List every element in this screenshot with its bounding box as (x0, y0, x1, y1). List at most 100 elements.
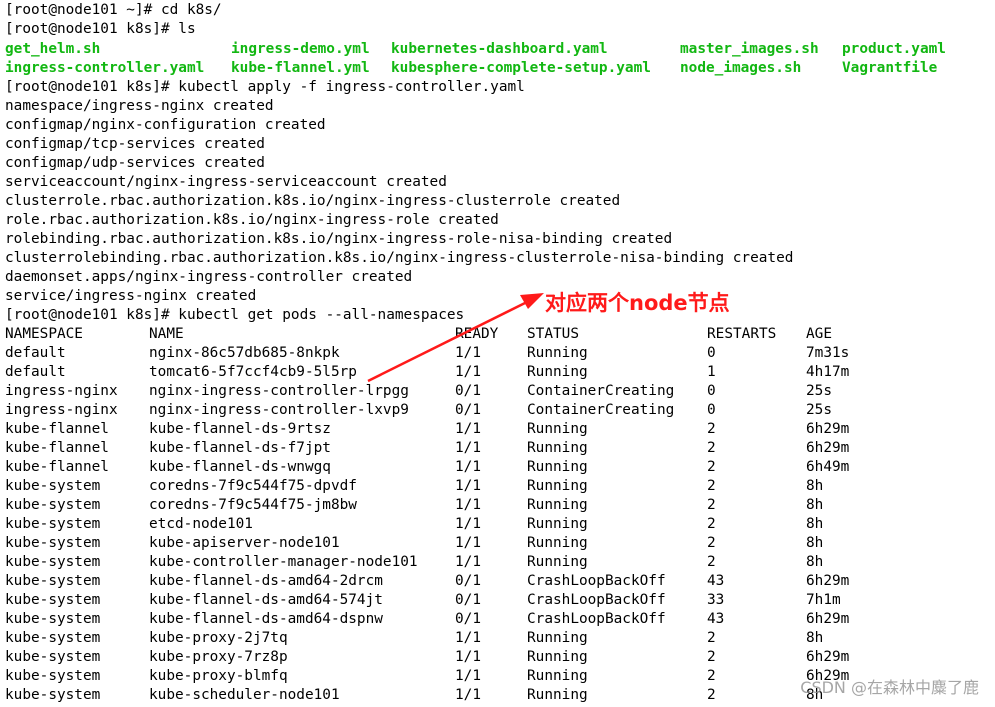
pod-name: kube-flannel-ds-wnwgq (149, 459, 331, 475)
output-line: service/ingress-nginx created (5, 288, 257, 304)
command-line-apply: [root@node101 k8s]# kubectl apply -f ing… (5, 79, 525, 95)
command-line-get-pods: [root@node101 k8s]# kubectl get pods --a… (5, 307, 465, 323)
pod-restarts: 43 (707, 573, 725, 589)
pod-namespace: default (5, 345, 66, 361)
pod-status: CrashLoopBackOff (527, 592, 666, 608)
file-node-images: node_images.sh (680, 60, 802, 76)
annotation-label: 对应两个node节点 (545, 291, 730, 315)
command-line-cd: [root@node101 ~]# cd k8s/ (5, 2, 222, 18)
output-line: clusterrolebinding.rbac.authorization.k8… (5, 250, 794, 266)
pod-status: Running (527, 478, 588, 494)
pod-restarts: 2 (707, 687, 716, 703)
header-ready: READY (455, 326, 499, 342)
pod-restarts: 2 (707, 478, 716, 494)
pod-namespace: kube-system (5, 630, 101, 646)
pods-table-header: NAMESPACE NAME READY STATUS RESTARTS AGE (5, 325, 995, 344)
pod-status: Running (527, 535, 588, 551)
pod-ready: 0/1 (455, 573, 481, 589)
file-master-images: master_images.sh (680, 41, 819, 57)
pod-status: Running (527, 421, 588, 437)
pod-restarts: 33 (707, 592, 725, 608)
pod-status: Running (527, 687, 588, 703)
pod-restarts: 2 (707, 535, 716, 551)
pod-ready: 1/1 (455, 440, 481, 456)
pod-status: Running (527, 364, 588, 380)
table-row: kube-system kube-flannel-ds-amd64-dspnw 0/… (5, 610, 995, 629)
pod-restarts: 2 (707, 554, 716, 570)
pod-status: ContainerCreating (527, 383, 675, 399)
command-line-ls: [root@node101 k8s]# ls (5, 21, 196, 37)
pod-age: 25s (806, 402, 832, 418)
pod-namespace: kube-system (5, 649, 101, 665)
table-row: ingress-nginx nginx-ingress-controller-lx… (5, 401, 995, 420)
pod-ready: 1/1 (455, 516, 481, 532)
pod-status: CrashLoopBackOff (527, 611, 666, 627)
pod-namespace: ingress-nginx (5, 402, 118, 418)
pod-ready: 1/1 (455, 687, 481, 703)
pod-age: 6h29m (806, 573, 850, 589)
pod-restarts: 2 (707, 668, 716, 684)
pod-name: kube-flannel-ds-f7jpt (149, 440, 331, 456)
pod-ready: 1/1 (455, 554, 481, 570)
pod-namespace: kube-system (5, 573, 101, 589)
table-row: kube-system kube-flannel-ds-amd64-2drcm 0/… (5, 572, 995, 591)
pod-status: Running (527, 497, 588, 513)
pod-age: 8h (806, 630, 824, 646)
pod-name: kube-proxy-2j7tq (149, 630, 288, 646)
pod-name: etcd-node101 (149, 516, 253, 532)
output-line: daemonset.apps/nginx-ingress-controller … (5, 269, 413, 285)
pod-ready: 1/1 (455, 459, 481, 475)
pod-name: coredns-7f9c544f75-dpvdf (149, 478, 357, 494)
ls-output-row: ingress-controller.yaml kube-flannel.yml… (5, 59, 995, 78)
table-row: kube-flannel kube-flannel-ds-f7jpt 1/1 Runn… (5, 439, 995, 458)
file-ingress-controller: ingress-controller.yaml (5, 60, 205, 76)
pod-ready: 1/1 (455, 421, 481, 437)
pod-age: 8h (806, 535, 824, 551)
output-line: serviceaccount/nginx-ingress-serviceacco… (5, 174, 447, 190)
pod-status: Running (527, 649, 588, 665)
pod-namespace: kube-system (5, 478, 101, 494)
pod-status: Running (527, 459, 588, 475)
output-line: clusterrole.rbac.authorization.k8s.io/ng… (5, 193, 621, 209)
table-row: default nginx-86c57db685-8nkpk 1/1 Running 0… (5, 344, 995, 363)
table-row: kube-system kube-controller-manager-node1… (5, 553, 995, 572)
pod-namespace: kube-flannel (5, 459, 109, 475)
pod-restarts: 43 (707, 611, 725, 627)
pod-restarts: 1 (707, 364, 716, 380)
pod-ready: 1/1 (455, 630, 481, 646)
table-row: kube-system coredns-7f9c544f75-dpvdf 1/1 Ru… (5, 477, 995, 496)
pod-namespace: kube-system (5, 535, 101, 551)
output-line: namespace/ingress-nginx created (5, 98, 274, 114)
pod-restarts: 2 (707, 630, 716, 646)
csdn-watermark: CSDN @在森林中麋了鹿 (800, 678, 979, 697)
ls-output-row: get_helm.sh ingress-demo.yml kubernetes-… (5, 40, 995, 59)
pod-namespace: kube-flannel (5, 440, 109, 456)
pod-name: kube-flannel-ds-amd64-2drcm (149, 573, 383, 589)
table-row: default tomcat6-5f7ccf4cb9-5l5rp 1/1 Runnin… (5, 363, 995, 382)
pod-ready: 0/1 (455, 592, 481, 608)
pod-namespace: default (5, 364, 66, 380)
pod-age: 8h (806, 497, 824, 513)
header-name: NAME (149, 326, 184, 342)
pod-age: 6h29m (806, 421, 850, 437)
pod-ready: 1/1 (455, 668, 481, 684)
file-kubesphere-setup: kubesphere-complete-setup.yaml (391, 60, 651, 76)
pod-name: nginx-86c57db685-8nkpk (149, 345, 340, 361)
pod-name: kube-flannel-ds-amd64-dspnw (149, 611, 383, 627)
terminal-window[interactable]: [root@node101 ~]# cd k8s/ [root@node101 … (0, 0, 995, 707)
pod-namespace: kube-system (5, 554, 101, 570)
pod-age: 6h29m (806, 611, 850, 627)
pod-ready: 0/1 (455, 383, 481, 399)
pod-name: kube-proxy-7rz8p (149, 649, 288, 665)
table-row: kube-system coredns-7f9c544f75-jm8bw 1/1 Ru… (5, 496, 995, 515)
pod-namespace: kube-system (5, 592, 101, 608)
pod-name: kube-controller-manager-node101 (149, 554, 418, 570)
pod-ready: 1/1 (455, 345, 481, 361)
pod-age: 8h (806, 478, 824, 494)
file-ingress-demo: ingress-demo.yml (231, 41, 370, 57)
pod-restarts: 2 (707, 497, 716, 513)
pod-name: kube-apiserver-node101 (149, 535, 340, 551)
file-kube-flannel: kube-flannel.yml (231, 60, 370, 76)
table-row: kube-flannel kube-flannel-ds-9rtsz 1/1 Runn… (5, 420, 995, 439)
table-row: kube-system kube-proxy-7rz8p 1/1 Running 2 6h… (5, 648, 995, 667)
